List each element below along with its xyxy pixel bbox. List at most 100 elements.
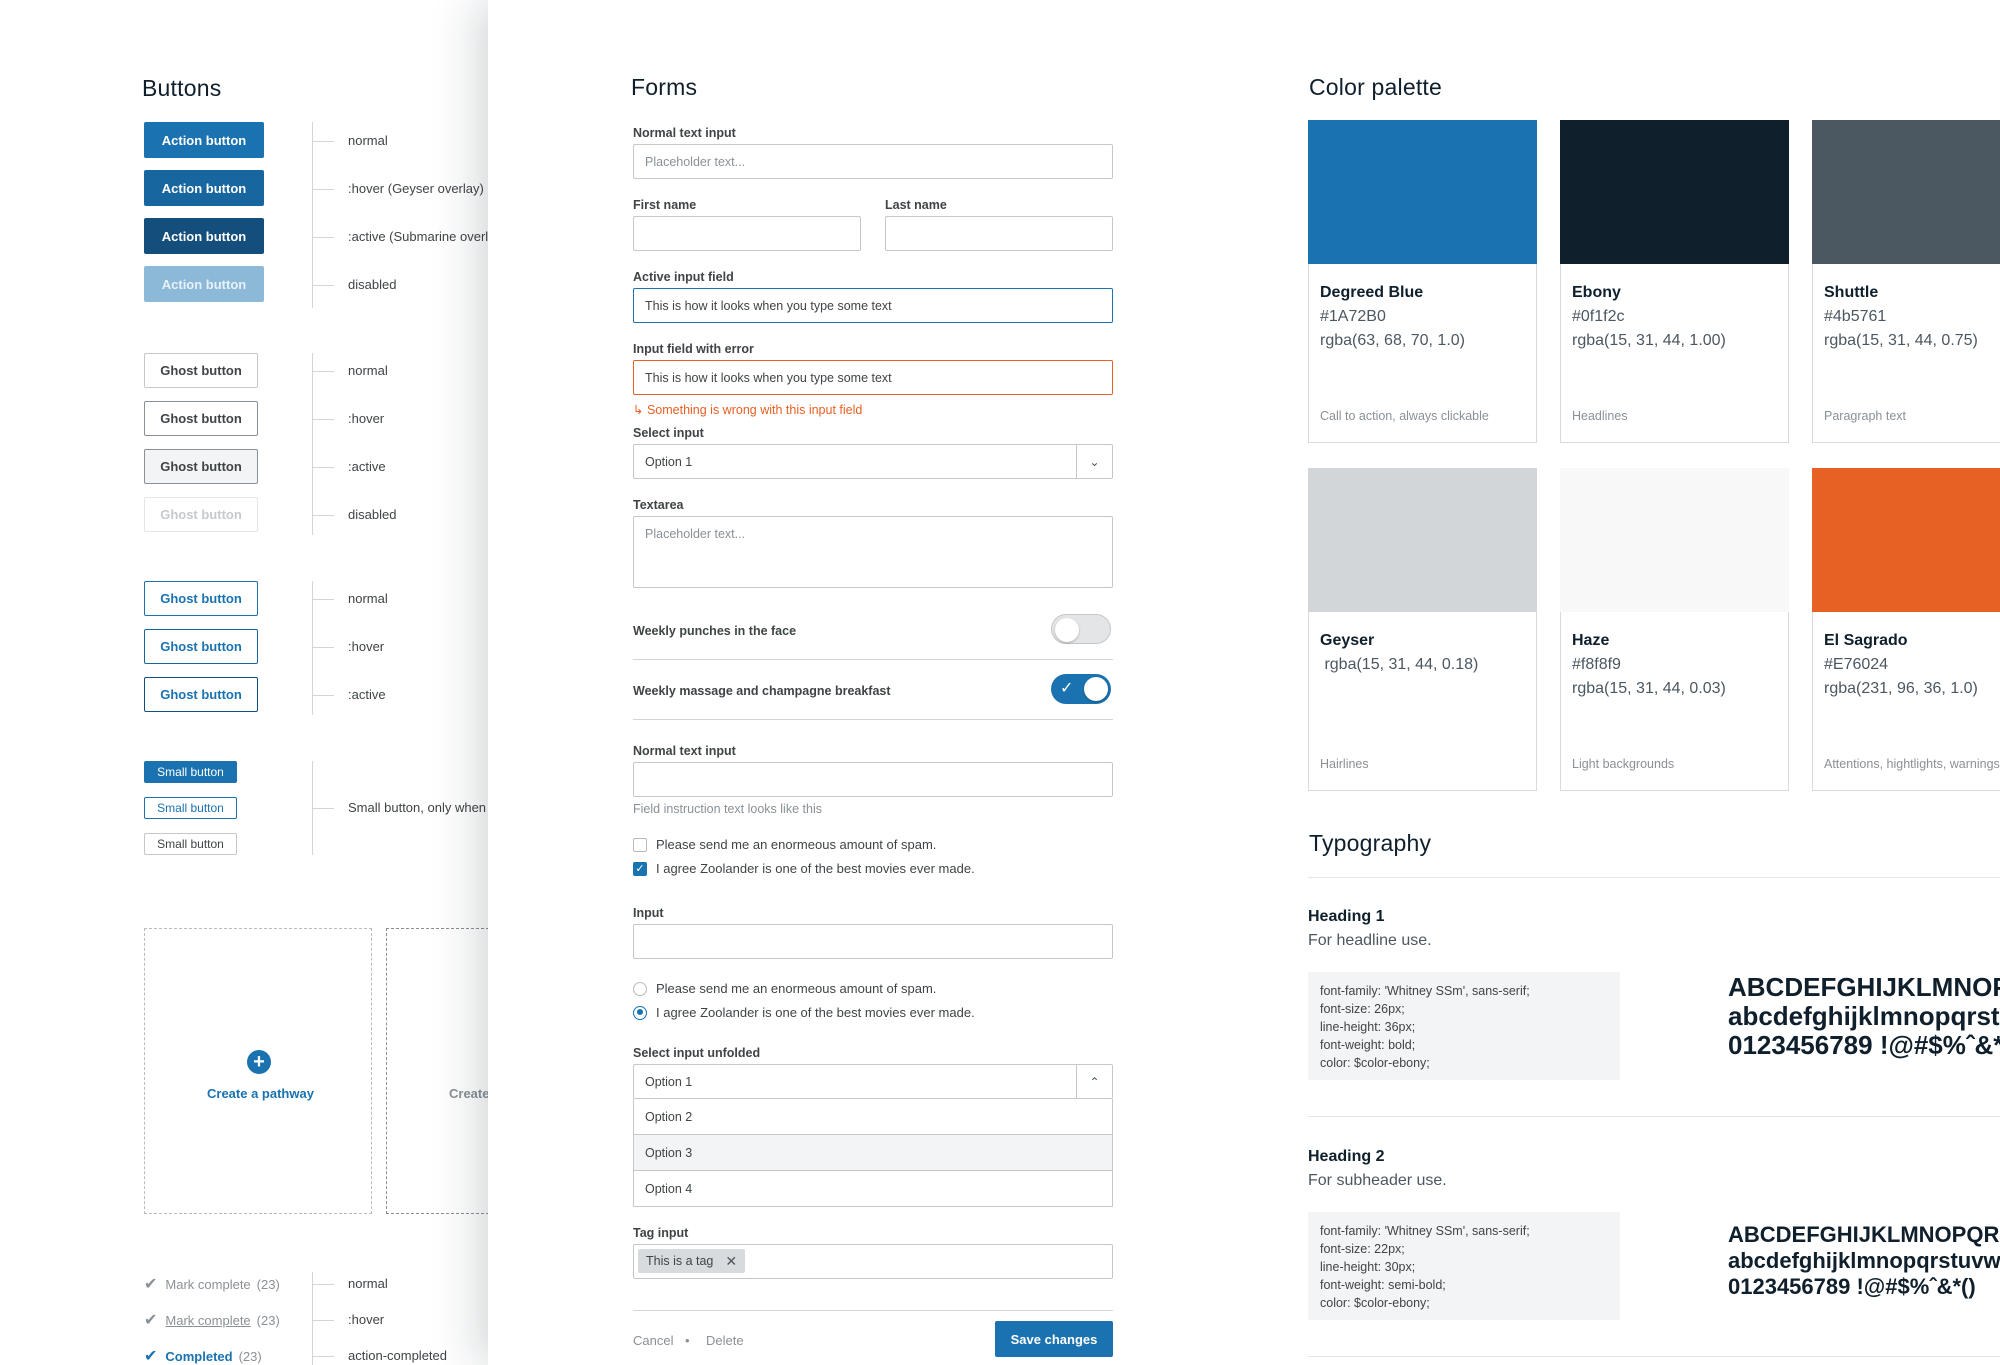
state-connector [312,695,334,696]
state-connector [312,1284,334,1285]
swatch-color [1812,120,2000,264]
close-icon[interactable]: ✕ [725,1253,737,1270]
create-pathway-card[interactable]: + Create a pathway [144,928,372,1214]
footer-divider [633,1310,1113,1311]
mark-complete-normal[interactable]: ✔ Mark complete (23) [144,1274,280,1294]
first-name-field[interactable] [633,216,861,251]
tag-chip: This is a tag ✕ [638,1249,746,1273]
input-label: Input [633,906,664,920]
specimen-lowercase: abcdefghijklmnopqrstuvwxyz [1728,1248,2000,1273]
ghost-blue-button-active[interactable]: Ghost button [144,677,258,712]
action-button-normal[interactable]: Action button [144,122,264,158]
checkbox-unchecked[interactable] [633,837,647,852]
heading-2-use: For subheader use. [1308,1172,1447,1189]
swatch-rgba: rgba(15, 31, 44, 0.03) [1572,680,1726,697]
state-label-active: :active [348,459,386,474]
plus-circle-icon: + [247,1050,271,1074]
textarea[interactable]: Placeholder text... [633,516,1113,588]
swatch-color [1812,468,2000,612]
color-palette-title: Color palette [1309,74,1443,100]
action-button-active[interactable]: Action button [144,218,264,254]
ghost-blue-button-hover[interactable]: Ghost button [144,629,258,664]
swatch-name: El Sagrado [1824,632,1908,649]
radio-spam[interactable]: Please send me an enormeous amount of sp… [633,981,936,996]
checkbox-checked[interactable]: ✓ [633,861,647,876]
state-connector [312,285,334,286]
toggle-switch-on[interactable]: ✓ [1051,674,1111,704]
swatch-rgba: rgba(15, 31, 44, 1.00) [1572,332,1726,349]
radio-unselected[interactable] [633,981,647,996]
create-pathway-label: Create a pathway [207,1086,314,1101]
select-unfolded[interactable]: Option 1 ⌃ [633,1064,1113,1099]
swatch-hex: #4b5761 [1824,308,1887,325]
ghost-button-disabled: Ghost button [144,497,258,532]
action-button-hover[interactable]: Action button [144,170,264,206]
first-name-label: First name [633,198,697,212]
tag-input-label: Tag input [633,1226,689,1240]
state-divider [312,1272,313,1365]
checkbox-spam[interactable]: Please send me an enormeous amount of sp… [633,837,936,852]
mark-complete-hover[interactable]: ✔ Mark complete (23) [144,1310,280,1330]
ghost-button-normal[interactable]: Ghost button [144,353,258,388]
swatch-shuttle: Shuttle #4b5761 rgba(15, 31, 44, 0.75) P… [1812,120,2000,443]
state-label-action-completed: action-completed [348,1348,447,1363]
specimen-numerals: 0123456789 !@#$%ˆ&*() [1728,1030,2000,1060]
dropdown-option[interactable]: Option 4 [633,1171,1113,1207]
heading-1-use: For headline use. [1308,932,1432,949]
toggle-switch-off[interactable] [1051,614,1111,644]
checkbox-zoolander[interactable]: ✓ I agree Zoolander is one of the best m… [633,861,975,876]
state-connector [312,371,334,372]
check-icon: ✔ [144,1348,158,1365]
heading-1-name: Heading 1 [1308,908,1385,925]
swatch-name: Shuttle [1824,284,1879,301]
swatch-color [1560,468,1789,612]
ghost-blue-button-normal[interactable]: Ghost button [144,581,258,616]
forms-panel: Forms Normal text input Placeholder text… [488,0,1166,1365]
code-line: font-weight: bold; [1320,1038,1416,1052]
state-label-normal: normal [348,133,388,148]
state-connector [312,1356,334,1357]
save-changes-button[interactable]: Save changes [995,1321,1113,1357]
ghost-button-active[interactable]: Ghost button [144,449,258,484]
dropdown-option[interactable]: Option 2 [633,1099,1113,1135]
small-button-outline-blue[interactable]: Small button [144,797,237,819]
error-input-field[interactable]: This is how it looks when you type some … [633,360,1113,395]
swatch-rgba: rgba(231, 96, 36, 1.0) [1824,680,1978,697]
specimen-uppercase: ABCDEFGHIJKLMNOPQRSTUVWXYZ [1728,1222,2000,1247]
swatch-el-sagrado: El Sagrado #E76024 rgba(231, 96, 36, 1.0… [1812,468,2000,791]
toggle-divider [633,719,1113,720]
small-button-outline-grey[interactable]: Small button [144,833,237,855]
swatch-name: Degreed Blue [1320,284,1424,301]
swatch-haze: Haze #f8f8f9 rgba(15, 31, 44, 0.03) Ligh… [1560,468,1789,791]
delete-link[interactable]: Delete [706,1333,744,1348]
active-input-field[interactable]: This is how it looks when you type some … [633,288,1113,323]
create-pathway-label: Create [449,1086,490,1101]
normal-text-input-2[interactable] [633,762,1113,797]
input-field[interactable] [633,924,1113,959]
toggle-divider [633,659,1113,660]
state-label-active: :active (Submarine overlay) [348,229,500,244]
create-pathway-card-hover[interactable]: + Create [386,928,500,1214]
field-help-text: Field instruction text looks like this [633,802,822,816]
radio-selected[interactable] [633,1005,647,1020]
state-label-normal: normal [348,1276,388,1291]
mark-complete-label: Mark complete [165,1276,251,1292]
select-input[interactable]: Option 1 ⌄ [633,444,1113,479]
swatch-hex: #1A72B0 [1320,308,1386,325]
typography-divider [1308,1356,2000,1357]
error-message: ↳ Something is wrong with this input fie… [633,403,863,417]
last-name-field[interactable] [885,216,1113,251]
mark-complete-count: (23) [256,1312,280,1328]
radio-zoolander[interactable]: I agree Zoolander is one of the best mov… [633,1005,975,1020]
swatch-usage: Attentions, hightlights, warnings [1824,757,2000,771]
swatch-usage: Paragraph text [1824,409,1906,423]
ghost-button-hover[interactable]: Ghost button [144,401,258,436]
completed-state[interactable]: ✔ Completed (23) [144,1346,262,1365]
dropdown-option-highlighted[interactable]: Option 3 [633,1135,1113,1171]
chevron-up-icon: ⌃ [1076,1065,1112,1098]
small-button-filled[interactable]: Small button [144,761,237,783]
cancel-link[interactable]: Cancel [633,1333,673,1348]
code-line: font-weight: semi-bold; [1320,1278,1446,1292]
check-icon: ✓ [1060,680,1074,697]
normal-text-input[interactable]: Placeholder text... [633,144,1113,179]
